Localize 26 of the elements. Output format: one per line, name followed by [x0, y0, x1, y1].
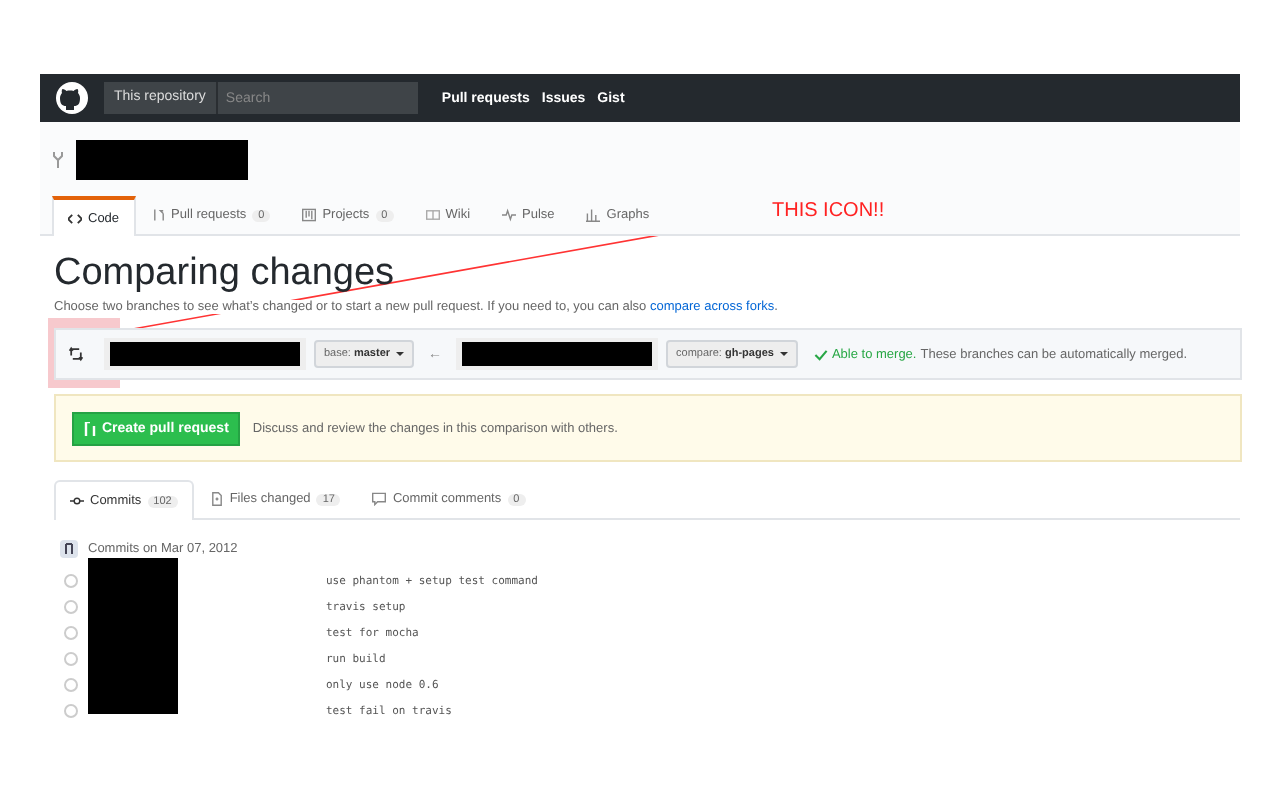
pulse-icon — [502, 208, 517, 222]
check-icon — [813, 347, 828, 361]
annotation-text: THIS ICON!! — [772, 200, 885, 222]
commit-group-icon — [60, 540, 78, 558]
logo-icon — [56, 82, 88, 114]
commit-dot — [63, 574, 77, 588]
commit-dot — [63, 652, 77, 666]
page-title: Comparing changes — [54, 252, 397, 296]
sync-icon — [68, 346, 84, 362]
file-icon — [209, 492, 224, 506]
comment-icon — [372, 492, 387, 506]
code-icon — [68, 211, 82, 225]
commit-icon — [70, 494, 84, 508]
fork-icon — [52, 152, 64, 168]
caret-icon — [779, 351, 788, 356]
highlight-box — [48, 318, 120, 388]
board-icon — [302, 208, 317, 222]
commit-dot — [63, 704, 77, 718]
commit-dot — [63, 678, 77, 692]
commit-dot — [63, 626, 77, 640]
book-icon — [425, 208, 440, 222]
commit-dot — [63, 600, 77, 614]
bar-chart-icon — [586, 208, 601, 222]
pull-request-icon — [84, 421, 96, 435]
pull-request-icon — [151, 208, 166, 222]
caret-icon — [396, 351, 405, 356]
